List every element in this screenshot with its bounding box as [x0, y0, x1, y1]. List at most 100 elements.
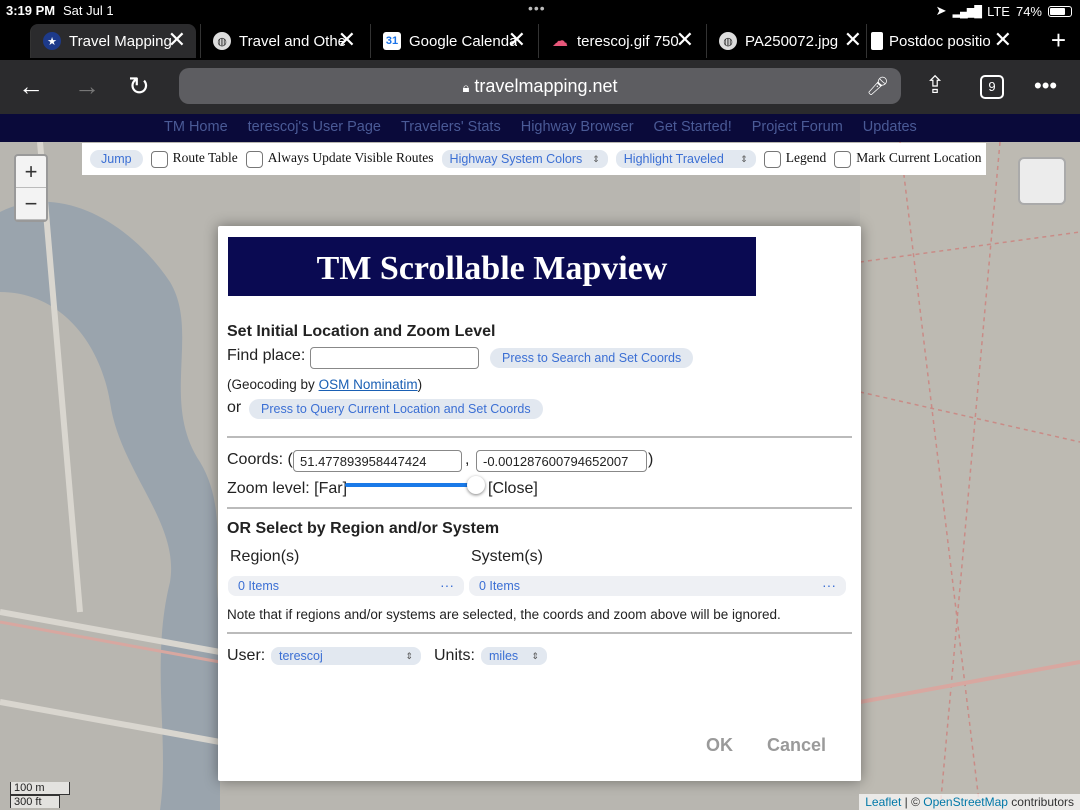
close-tab-icon[interactable]: ✕ [168, 29, 186, 51]
globe-icon: ◍ [213, 32, 231, 50]
leaflet-link[interactable]: Leaflet [865, 795, 901, 809]
jump-button[interactable]: Jump [90, 150, 143, 168]
cancel-button[interactable]: Cancel [767, 735, 826, 756]
dialog-title: TM Scrollable Mapview [228, 237, 756, 296]
tab-travel-and-other[interactable]: ◍ Travel and Othe ✕ [200, 24, 366, 58]
close-tab-icon[interactable]: ✕ [508, 29, 526, 51]
osm-link[interactable]: OpenStreetMap [923, 795, 1008, 809]
regions-select[interactable]: 0 Items ··· [228, 576, 464, 596]
nav-link-travelers-stats[interactable]: Travelers' Stats [401, 119, 501, 135]
zoom-slider-handle[interactable] [467, 476, 485, 494]
microphone-icon[interactable]: 🎤︎ [866, 68, 889, 104]
address-bar[interactable]: 🔒︎ travelmapping.net 🎤︎ [179, 68, 901, 104]
selection-note: Note that if regions and/or systems are … [227, 607, 781, 622]
nav-link-highway-browser[interactable]: Highway Browser [521, 119, 634, 135]
mark-location-checkbox[interactable] [834, 150, 852, 168]
user-select-value: terescoj [279, 649, 323, 663]
always-update-toggle[interactable]: Always Update Visible Routes [245, 150, 434, 168]
color-scheme-select[interactable]: Highway System Colors ⇕ [441, 150, 608, 168]
reload-icon[interactable]: ↻ [128, 72, 150, 100]
coords-comma: , [465, 451, 470, 468]
section-region-heading: OR Select by Region and/or System [227, 520, 500, 537]
search-set-coords-button[interactable]: Press to Search and Set Coords [490, 348, 694, 368]
legend-toggle[interactable]: Legend [763, 150, 826, 168]
ellipsis-icon: ··· [440, 577, 454, 593]
forward-arrow-icon[interactable]: → [74, 72, 100, 100]
lock-icon: 🔒︎ [462, 80, 470, 95]
more-menu-icon[interactable]: ••• [1034, 72, 1057, 100]
tab-switcher-button[interactable]: 9 [980, 75, 1004, 99]
units-select-value: miles [489, 649, 519, 663]
query-location-button[interactable]: Press to Query Current Location and Set … [249, 399, 543, 419]
zoom-control: + − [14, 154, 48, 222]
highlight-value: Highlight Traveled [623, 152, 724, 166]
zoom-close-label: [Close] [488, 480, 538, 497]
location-arrow-icon: ➤ [935, 3, 947, 18]
find-place-label: Find place: [227, 347, 306, 364]
select-caret-icon: ⇕ [592, 153, 600, 164]
multitasking-dots-icon[interactable]: ••• [528, 0, 546, 16]
coords-close-paren: ) [648, 451, 654, 468]
always-update-checkbox[interactable] [245, 150, 263, 168]
carrier-label: LTE [987, 3, 1010, 19]
status-bar: 3:19 PM Sat Jul 1 ••• ➤ ▂▄▆█ LTE 74% [0, 0, 1080, 22]
browser-toolbar: ← → ↻ 🔒︎ travelmapping.net 🎤︎ ⇪ 9 ••• [0, 60, 1080, 114]
layers-icon[interactable] [1018, 157, 1066, 205]
attribution-tail: contributors [1007, 795, 1074, 809]
tab-pa250072[interactable]: ◍ PA250072.jpg ✕ [706, 24, 872, 58]
nav-link-user-page[interactable]: terescoj's User Page [248, 119, 381, 135]
systems-label: System(s) [471, 548, 543, 565]
latitude-input[interactable]: 51.477893958447424 [293, 450, 462, 472]
mark-location-toggle[interactable]: Mark Current Location [834, 150, 982, 168]
select-caret-icon: ⇕ [531, 650, 539, 661]
highlight-select[interactable]: Highlight Traveled ⇕ [615, 150, 756, 168]
osm-nominatim-link[interactable]: OSM Nominatim [319, 377, 418, 392]
legend-checkbox[interactable] [763, 150, 781, 168]
route-table-toggle[interactable]: Route Table [150, 150, 238, 168]
user-select[interactable]: terescoj ⇕ [271, 647, 421, 665]
nav-link-updates[interactable]: Updates [863, 119, 917, 135]
zoom-in-icon[interactable]: + [16, 156, 46, 188]
new-tab-plus-icon[interactable]: + [1051, 27, 1066, 53]
find-place-input[interactable] [310, 347, 479, 369]
battery-icon [1048, 5, 1072, 17]
site-nav: TM Home terescoj's User Page Travelers' … [0, 114, 1080, 142]
signal-bars-icon: ▂▄▆█ [952, 5, 982, 18]
tab-label: Google Calenda [409, 32, 517, 50]
map-controls-bar: Jump Route Table Always Update Visible R… [82, 143, 986, 175]
close-tab-icon[interactable]: ✕ [676, 29, 694, 51]
route-table-checkbox[interactable] [150, 150, 168, 168]
google-calendar-icon: 31 [383, 32, 401, 50]
map-scale: 100 m 300 ft [10, 782, 70, 808]
tab-postdoc[interactable]: Postdoc positio ✕ [866, 24, 1022, 58]
attribution-sep: | © [901, 795, 924, 809]
close-tab-icon[interactable]: ✕ [844, 29, 862, 51]
nav-link-get-started[interactable]: Get Started! [654, 119, 732, 135]
user-label: User: [227, 647, 266, 664]
tab-terescoj-gif[interactable]: ☁ terescoj.gif 750 ✕ [538, 24, 704, 58]
systems-select[interactable]: 0 Items ··· [469, 576, 846, 596]
page-icon [871, 32, 883, 50]
tab-google-calendar[interactable]: 31 Google Calenda ✕ [370, 24, 536, 58]
mapview-dialog: TM Scrollable Mapview Set Initial Locati… [218, 226, 861, 781]
nav-link-project-forum[interactable]: Project Forum [752, 119, 843, 135]
tm-star-icon: ★ [43, 32, 61, 50]
nav-link-tm-home[interactable]: TM Home [164, 119, 228, 135]
close-tab-icon[interactable]: ✕ [338, 29, 356, 51]
cloud-icon: ☁ [552, 33, 568, 50]
units-select[interactable]: miles ⇕ [481, 647, 547, 665]
tab-label: Travel Mapping [69, 32, 172, 50]
ok-button[interactable]: OK [706, 735, 733, 756]
back-arrow-icon[interactable]: ← [18, 72, 44, 100]
tab-strip: ★ Travel Mapping ✕ ◍ Travel and Othe ✕ 3… [0, 22, 1080, 60]
battery-level [1050, 7, 1065, 15]
tab-label: terescoj.gif 750 [577, 32, 679, 50]
zoom-out-icon[interactable]: − [16, 188, 46, 220]
close-tab-icon[interactable]: ✕ [994, 29, 1012, 51]
zoom-slider-track[interactable] [345, 483, 476, 487]
share-icon[interactable]: ⇪ [925, 72, 945, 100]
longitude-input[interactable]: -0.001287600794652007 [476, 450, 647, 472]
units-label: Units: [434, 647, 475, 664]
tab-travel-mapping[interactable]: ★ Travel Mapping ✕ [30, 24, 196, 58]
mark-location-label: Mark Current Location [856, 150, 982, 166]
